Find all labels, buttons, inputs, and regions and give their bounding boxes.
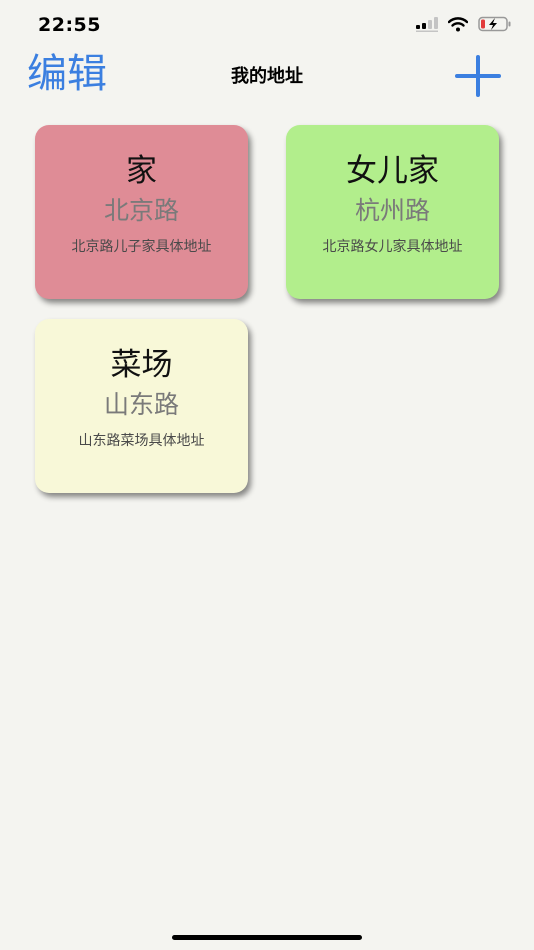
address-card[interactable]: 女儿家 杭州路 北京路女儿家具体地址 <box>286 125 499 299</box>
address-name: 菜场 <box>110 347 173 383</box>
address-name: 家 <box>126 153 157 189</box>
address-road: 杭州路 <box>354 196 430 225</box>
address-name: 女儿家 <box>346 153 439 189</box>
address-detail: 北京路儿子家具体地址 <box>71 239 212 255</box>
address-detail: 北京路女儿家具体地址 <box>322 239 463 255</box>
address-road: 北京路 <box>103 196 179 225</box>
battery-charging-icon <box>478 16 511 32</box>
status-time: 22:55 <box>38 14 101 36</box>
plus-icon <box>455 55 501 97</box>
status-bar: 22:55 <box>0 0 534 52</box>
address-card[interactable]: 家 北京路 北京路儿子家具体地址 <box>35 125 248 299</box>
nav-bar: 编辑 我的地址 <box>0 52 534 100</box>
address-detail: 山东路菜场具体地址 <box>78 433 205 449</box>
wifi-icon <box>448 16 468 31</box>
address-road: 山东路 <box>103 390 179 419</box>
address-card[interactable]: 菜场 山东路 山东路菜场具体地址 <box>35 319 248 493</box>
status-icons <box>416 16 512 32</box>
add-address-button[interactable] <box>454 54 502 98</box>
home-indicator[interactable] <box>172 935 362 940</box>
cellular-signal-icon <box>416 17 438 32</box>
